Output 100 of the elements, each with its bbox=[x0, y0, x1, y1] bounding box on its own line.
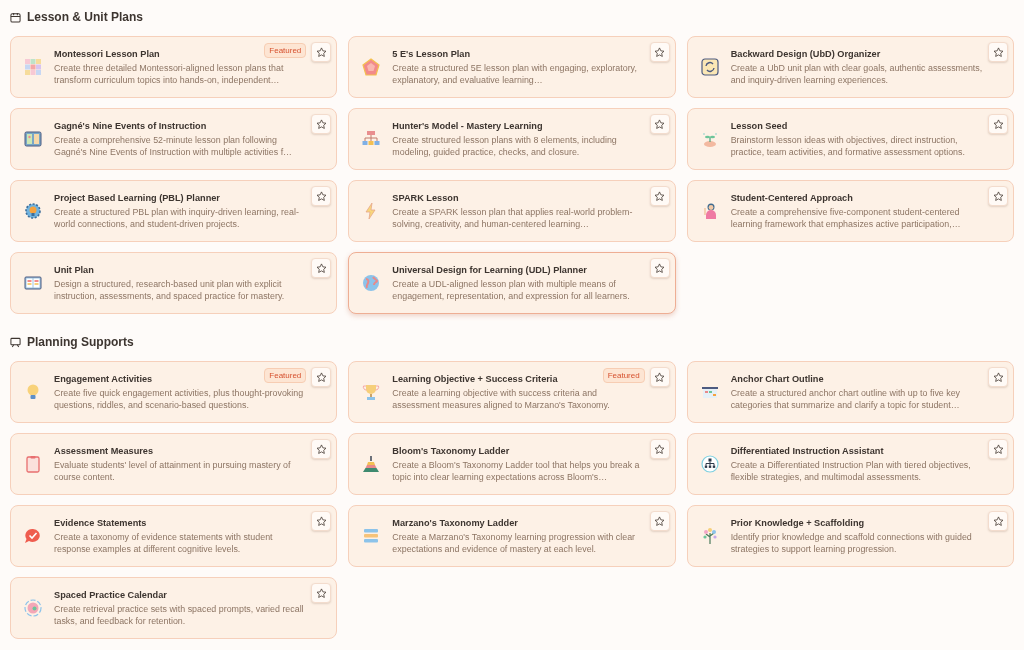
card-description: Create a Bloom's Taxonomy Ladder tool that helps you break a topic into clear learning expectations across Bloom's… bbox=[392, 458, 641, 483]
card-description: Create a Marzano's Taxonomy learning progression with clear expectations and evidence of mastery at each level. bbox=[392, 530, 637, 555]
featured-badge: Featured bbox=[264, 43, 307, 58]
favorite-button[interactable] bbox=[988, 186, 1008, 206]
template-card[interactable]: SPARK Lesson Create a SPARK lesson plan that applies real-world problem-solving, creativity, and human-centered learning… bbox=[348, 180, 676, 242]
card-title: Differentiated Instruction Assistant bbox=[730, 445, 884, 456]
star-icon bbox=[654, 371, 666, 383]
card-title: Prior Knowledge + Scaffolding bbox=[730, 517, 865, 528]
favorite-button[interactable] bbox=[649, 439, 670, 459]
favorite-button[interactable] bbox=[649, 511, 670, 531]
template-card[interactable]: Bloom's Taxonomy Ladder Create a Bloom's Taxonomy Ladder tool that helps you break a topic into clear learning expectations across Bloom's… bbox=[348, 433, 676, 495]
template-card[interactable]: 5 E's Lesson Plan Create a structured 5E lesson plan with engaging, exploratory, explanatory, and evaluative learning… bbox=[348, 36, 676, 98]
card-description: Create a structured anchor chart outline with up to five key categories that summarize and clarify a topic for student… bbox=[730, 386, 962, 411]
star-icon bbox=[654, 515, 666, 527]
star-icon bbox=[992, 118, 1004, 130]
refresh-icon bbox=[700, 58, 719, 76]
star-icon bbox=[992, 443, 1004, 455]
featured-badge: Featured bbox=[264, 368, 307, 383]
card-description: Identify prior knowledge and scaffold connections with guided strategies to support learning progression. bbox=[730, 530, 973, 555]
star-icon bbox=[992, 190, 1004, 202]
template-card[interactable]: Learning Objective + Success Criteria Featured Create a learning objective with success criteria and assessment measures aligned to Marzano's Taxonomy. bbox=[348, 361, 676, 423]
star-icon bbox=[654, 118, 666, 130]
template-card[interactable]: Assessment Measures Evaluate students' level of attainment in pursuing mastery of course content. bbox=[10, 433, 338, 495]
hierarchy-icon bbox=[700, 455, 719, 473]
card-description: Create a comprehensive 52-minute lesson plan following Gagné's Nine Events of Instruction with multiple activities f… bbox=[54, 133, 293, 158]
favorite-button[interactable] bbox=[649, 367, 670, 387]
card-description: Create retrieval practice sets with spaced prompts, varied recall tasks, and feedback for retention. bbox=[54, 602, 305, 627]
stack-icon bbox=[362, 527, 381, 545]
favorite-button[interactable] bbox=[649, 42, 670, 62]
template-card[interactable]: Lesson Seed Brainstorm lesson ideas with objectives, direct instruction, practice, team activities, and formative assessment options. bbox=[686, 108, 1014, 170]
favorite-button[interactable] bbox=[311, 367, 332, 387]
card-title: Student-Centered Approach bbox=[730, 192, 853, 203]
book-icon bbox=[24, 274, 42, 292]
card-description: Create five quick engagement activities, plus thought-provoking questions, riddles, and scenario-based questions. bbox=[54, 386, 305, 411]
template-card[interactable]: Backward Design (UbD) Organizer Create a UbD unit plan with clear goals, authentic assessments, and inquiry-driven learning experiences. bbox=[686, 36, 1014, 98]
template-card[interactable]: Anchor Chart Outline Create a structured anchor chart outline with up to five key categories that summarize and clarify a topic for student… bbox=[686, 361, 1014, 423]
template-card[interactable]: Unit Plan Design a structured, research-based unit plan with explicit instruction, assessments, and spaced practice for mastery. bbox=[10, 252, 338, 314]
card-title: Learning Objective + Success Criteria bbox=[392, 373, 558, 384]
favorite-button[interactable] bbox=[311, 114, 332, 134]
template-card[interactable]: Marzano's Taxonomy Ladder Create a Marzano's Taxonomy learning progression with clear expectations and evidence of mastery at each level. bbox=[348, 505, 676, 567]
card-title: Engagement Activities bbox=[54, 373, 153, 384]
template-card[interactable]: Engagement Activities Featured Create five quick engagement activities, plus thought-provoking questions, riddles, and scenario-based questions. bbox=[10, 361, 338, 423]
template-card[interactable]: Student-Centered Approach Create a comprehensive five-component student-centered learning framework that emphasizes active participation,… bbox=[686, 180, 1014, 242]
template-card[interactable]: Universal Design for Learning (UDL) Planner Create a UDL-aligned lesson plan with multiple means of engagement, representation, and expression for all learners. bbox=[348, 252, 676, 314]
favorite-button[interactable] bbox=[311, 258, 332, 278]
favorite-button[interactable] bbox=[988, 42, 1008, 62]
favorite-button[interactable] bbox=[311, 583, 332, 603]
star-icon bbox=[654, 262, 666, 274]
card-title: Assessment Measures bbox=[54, 445, 154, 456]
star-icon bbox=[315, 262, 327, 274]
star-icon bbox=[315, 587, 327, 599]
favorite-button[interactable] bbox=[311, 186, 332, 206]
favorite-button[interactable] bbox=[649, 114, 670, 134]
favorite-button[interactable] bbox=[311, 511, 332, 531]
template-card[interactable]: Montessori Lesson Plan Featured Create three detailed Montessori-aligned lesson plans that transform curriculum topics into hands-on, independent… bbox=[10, 36, 338, 98]
card-description: Evaluate students' level of attainment in pursuing mastery of course content. bbox=[54, 458, 292, 483]
template-card[interactable]: Differentiated Instruction Assistant Create a Differentiated Instruction Plan with tiered objectives, flexible strategies, and multimodal assessments. bbox=[686, 433, 1014, 495]
card-description: Create a taxonomy of evidence statements with student response examples at different cognitive levels. bbox=[54, 530, 274, 555]
template-card[interactable]: Hunter's Model - Mastery Learning Create structured lesson plans with 8 elements, including modeling, guided practice, checks, and closure. bbox=[348, 108, 676, 170]
card-title: Bloom's Taxonomy Ladder bbox=[392, 445, 510, 456]
star-icon bbox=[654, 46, 666, 58]
calendar-icon bbox=[10, 11, 21, 23]
favorite-button[interactable] bbox=[649, 258, 670, 278]
flowchart-icon bbox=[362, 130, 381, 148]
card-title: Anchor Chart Outline bbox=[730, 373, 824, 384]
card-title: SPARK Lesson bbox=[392, 192, 459, 203]
card-description: Create a learning objective with success criteria and assessment measures aligned to Marzano's Taxonomy. bbox=[392, 386, 611, 411]
star-icon bbox=[315, 515, 327, 527]
favorite-button[interactable] bbox=[649, 186, 670, 206]
card-title: Lesson Seed bbox=[730, 120, 788, 131]
card-title: Backward Design (UbD) Organizer bbox=[730, 48, 881, 59]
template-card[interactable]: Prior Knowledge + Scaffolding Identify prior knowledge and scaffold connections with guided strategies to support learning progression. bbox=[686, 505, 1014, 567]
star-icon bbox=[654, 443, 666, 455]
favorite-button[interactable] bbox=[311, 439, 332, 459]
favorite-button[interactable] bbox=[988, 511, 1008, 531]
grid-icon bbox=[24, 58, 42, 76]
pentagon-icon bbox=[362, 58, 381, 76]
speech-check-icon bbox=[24, 527, 42, 545]
card-description: Create a structured PBL plan with inquiry-driven learning, real-world connections, and student-driven projects. bbox=[54, 205, 300, 230]
card-title: Evidence Statements bbox=[54, 517, 147, 528]
star-icon bbox=[992, 371, 1004, 383]
favorite-button[interactable] bbox=[311, 42, 332, 62]
card-title: Spaced Practice Calendar bbox=[54, 589, 167, 600]
card-description: Brainstorm lesson ideas with objectives, direct instruction, practice, team activities, and formative assessment options. bbox=[730, 133, 966, 158]
star-icon bbox=[654, 190, 666, 202]
card-description: Create a structured 5E lesson plan with engaging, exploratory, explanatory, and evaluative learning… bbox=[392, 61, 638, 86]
template-card[interactable]: Gagné's Nine Events of Instruction Create a comprehensive 52-minute lesson plan following Gagné's Nine Events of Instruction with multiple activities f… bbox=[10, 108, 338, 170]
pyramid-icon bbox=[362, 455, 381, 473]
card-description: Create a UDL-aligned lesson plan with multiple means of engagement, representation, and expression for all learners. bbox=[392, 277, 631, 302]
card-description: Create a UbD unit plan with clear goals, authentic assessments, and inquiry-driven learning experiences. bbox=[730, 61, 983, 86]
template-card[interactable]: Evidence Statements Create a taxonomy of evidence statements with student response examples at different cognitive levels. bbox=[10, 505, 338, 567]
favorite-button[interactable] bbox=[988, 114, 1008, 134]
template-card[interactable]: Project Based Learning (PBL) Planner Create a structured PBL plan with inquiry-driven learning, real-world connections, and student-driven projects. bbox=[10, 180, 338, 242]
favorite-button[interactable] bbox=[988, 439, 1008, 459]
favorite-button[interactable] bbox=[988, 367, 1008, 387]
section-title: Planning Supports bbox=[27, 335, 134, 349]
card-description: Create three detailed Montessori-aligned lesson plans that transform curriculum topics into hands-on, independent… bbox=[54, 61, 285, 86]
sprout-icon bbox=[700, 130, 719, 148]
target-icon bbox=[24, 599, 42, 617]
template-card[interactable]: Spaced Practice Calendar Create retrieval practice sets with spaced prompts, varied recall tasks, and feedback for retention. bbox=[10, 577, 338, 639]
